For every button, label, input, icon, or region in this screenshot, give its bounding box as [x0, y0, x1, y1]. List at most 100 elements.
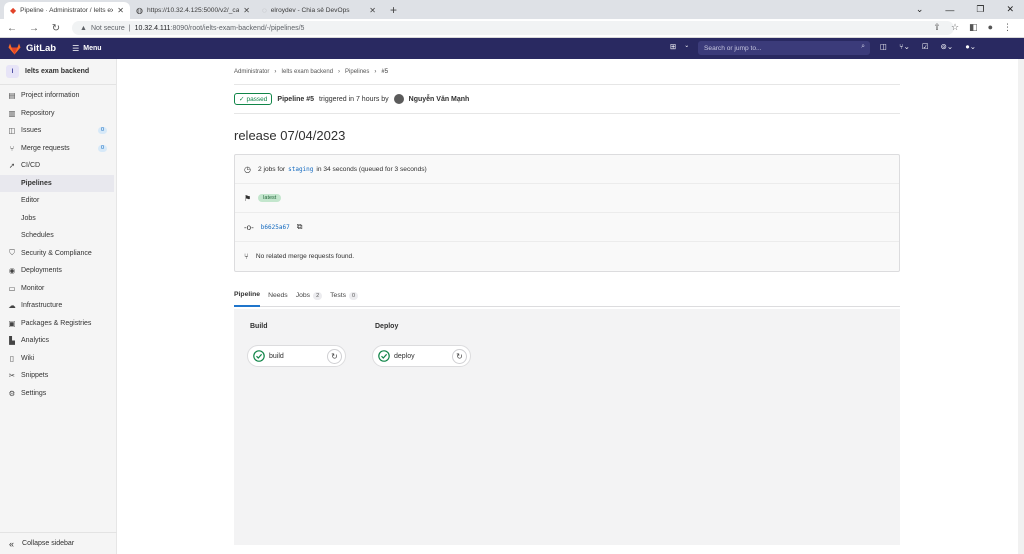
sidebar-subitem-jobs[interactable]: Jobs: [0, 210, 116, 228]
merge-requests-header-icon[interactable]: ⑂⌄: [899, 42, 910, 51]
job-name: deploy: [394, 352, 415, 360]
copy-icon[interactable]: ⧉: [297, 222, 303, 232]
plus-square-icon: ⊞: [670, 42, 677, 51]
sidebar-item-merge-requests[interactable]: ⑂ Merge requests 0: [0, 140, 116, 158]
package-icon: ▣: [8, 318, 16, 328]
bookmark-star-icon[interactable]: ☆: [951, 22, 959, 33]
tab-tests[interactable]: Tests 0: [330, 285, 359, 307]
project-header[interactable]: I Ielts exam backend: [0, 59, 116, 85]
new-tab-icon[interactable]: +: [382, 3, 405, 17]
main-content: Administrator › Ielts exam backend › Pipel…: [234, 59, 900, 545]
sidebar-subitem-pipelines[interactable]: Pipelines: [0, 174, 114, 192]
sidebar-item-wiki[interactable]: ▯ Wiki: [0, 350, 116, 368]
breadcrumb-item[interactable]: Administrator: [234, 69, 269, 75]
job-build[interactable]: build ↻: [247, 345, 346, 367]
sidebar-item-packages[interactable]: ▣ Packages & Registries: [0, 315, 116, 333]
sidebar-subitem-editor[interactable]: Editor: [0, 192, 116, 210]
sidebar-item-repository[interactable]: ▥ Repository: [0, 105, 116, 123]
sidebar-item-project-information[interactable]: ▤ Project information: [0, 87, 116, 105]
sidebar-item-settings[interactable]: ⚙ Settings: [0, 385, 116, 403]
close-tab-icon[interactable]: ✕: [369, 6, 376, 15]
issues-icon: ◫: [8, 126, 16, 136]
breadcrumb: Administrator › Ielts exam backend › Pipel…: [234, 59, 900, 85]
tab-needs[interactable]: Needs: [268, 285, 288, 307]
check-circle-icon: [253, 350, 265, 362]
gitlab-tanuki-icon: [8, 43, 21, 54]
search-icon: ⌕: [861, 43, 865, 50]
gear-icon: ⚙: [8, 388, 16, 398]
author-name[interactable]: Nguyễn Văn Mạnh: [409, 96, 470, 103]
breadcrumb-item[interactable]: Ielts exam backend: [281, 69, 333, 75]
sidebar-item-cicd[interactable]: ➚ CI/CD: [0, 157, 116, 175]
todo-icon[interactable]: ☑: [922, 42, 929, 51]
sidebar-item-snippets[interactable]: ✂ Snippets: [0, 367, 116, 385]
sidebar-item-label: Monitor: [21, 284, 45, 292]
gitlab-favicon-icon: ◆: [10, 6, 17, 15]
pipeline-graph: Build Deploy build ↻ deploy ↻: [234, 309, 900, 545]
help-icon[interactable]: ⊚⌄: [941, 42, 954, 51]
menu-label: Menu: [83, 45, 102, 52]
forward-icon[interactable]: →: [28, 23, 40, 34]
browser-tab-elroydev[interactable]: ◌ elroydev - Chia sẻ DevOps ✕: [256, 2, 382, 19]
brand-name: GitLab: [26, 43, 57, 54]
book-icon: ▥: [8, 108, 16, 118]
site-icon: ◌: [262, 6, 267, 15]
browser-tab-pipeline[interactable]: ◆ Pipeline · Administrator / Ielts ex ✕: [4, 2, 130, 19]
search-input[interactable]: Search or jump to... ⌕: [698, 41, 870, 55]
sidebar-item-deployments[interactable]: ◉ Deployments: [0, 262, 116, 280]
stage-title-deploy: Deploy: [375, 323, 399, 330]
clock-icon: ◷: [244, 164, 251, 174]
tab-search-icon[interactable]: ⌄: [916, 4, 924, 15]
commit-sha-link[interactable]: b6625a67: [261, 224, 290, 231]
gitlab-logo[interactable]: GitLab: [0, 43, 56, 55]
sidebar-item-issues[interactable]: ◫ Issues 0: [0, 122, 116, 140]
flag-icon: ⚑: [244, 193, 252, 203]
address-icons: ⇪ ☆ ◧ ● ⋮: [933, 22, 1012, 33]
url-field[interactable]: ▲ Not secure | 10.32.4.111:8090/root/iel…: [72, 21, 954, 35]
retry-icon[interactable]: ↻: [452, 349, 467, 364]
retry-icon[interactable]: ↻: [327, 349, 342, 364]
create-new-dropdown[interactable]: ⊞ ⌄: [670, 42, 689, 51]
sidebar-item-infrastructure[interactable]: ☁ Infrastructure: [0, 297, 116, 315]
tab-jobs[interactable]: Jobs 2: [296, 285, 323, 307]
tab-title: https://10.32.4.125:5000/v2/_cat: [146, 7, 240, 14]
sidebar-item-monitor[interactable]: ▭ Monitor: [0, 280, 116, 298]
share-icon[interactable]: ⇪: [933, 22, 941, 33]
close-window-icon[interactable]: ✕: [1006, 4, 1014, 15]
header-icons: ◫ ⑂⌄ ☑ ⊚⌄ ●⌄: [880, 42, 976, 51]
close-tab-icon[interactable]: ✕: [117, 6, 124, 15]
monitor-icon: ▭: [8, 283, 16, 293]
sidepanel-icon[interactable]: ◧: [969, 22, 978, 33]
restore-icon[interactable]: ❐: [976, 4, 984, 15]
jobs-count-badge: 2: [313, 291, 323, 300]
menu-button[interactable]: ☰ Menu: [72, 44, 101, 53]
breadcrumb-item[interactable]: Pipelines: [345, 69, 369, 75]
close-tab-icon[interactable]: ✕: [243, 6, 250, 15]
tab-pipeline[interactable]: Pipeline: [234, 285, 261, 307]
address-bar: ← → ↻ ▲ Not secure | 10.32.4.111:8090/ro…: [0, 19, 1024, 38]
author-avatar[interactable]: [393, 94, 404, 104]
page-scrollbar[interactable]: [1018, 59, 1024, 554]
info-doc-icon: ▤: [8, 91, 16, 101]
issues-count-badge: 0: [97, 127, 107, 135]
reload-icon[interactable]: ↻: [50, 23, 62, 34]
job-deploy[interactable]: deploy ↻: [372, 345, 471, 367]
branch-link[interactable]: staging: [288, 166, 313, 173]
sidebar-item-analytics[interactable]: ▙ Analytics: [0, 332, 116, 350]
user-avatar-icon[interactable]: ●⌄: [965, 42, 976, 51]
sidebar-item-security[interactable]: ⛉ Security & Compliance: [0, 245, 116, 263]
commit-row: -o- b6625a67 ⧉: [235, 213, 899, 242]
sidebar-item-label: Repository: [21, 109, 55, 117]
status-badge[interactable]: ✓ passed: [234, 93, 273, 105]
minimize-icon[interactable]: —: [945, 5, 954, 15]
browser-tab-registry[interactable]: ◍ https://10.32.4.125:5000/v2/_cat ✕: [130, 2, 256, 19]
tests-count-badge: 0: [349, 291, 359, 300]
more-icon[interactable]: ⋮: [1003, 22, 1012, 33]
issues-header-icon[interactable]: ◫: [880, 42, 887, 51]
double-chevron-left-icon: «: [9, 538, 15, 549]
collapse-sidebar-button[interactable]: « Collapse sidebar: [0, 532, 117, 554]
breadcrumb-item-current[interactable]: #5: [381, 69, 388, 75]
sidebar-subitem-schedules[interactable]: Schedules: [0, 227, 116, 245]
profile-icon[interactable]: ●: [988, 22, 993, 33]
back-icon[interactable]: ←: [6, 23, 18, 34]
